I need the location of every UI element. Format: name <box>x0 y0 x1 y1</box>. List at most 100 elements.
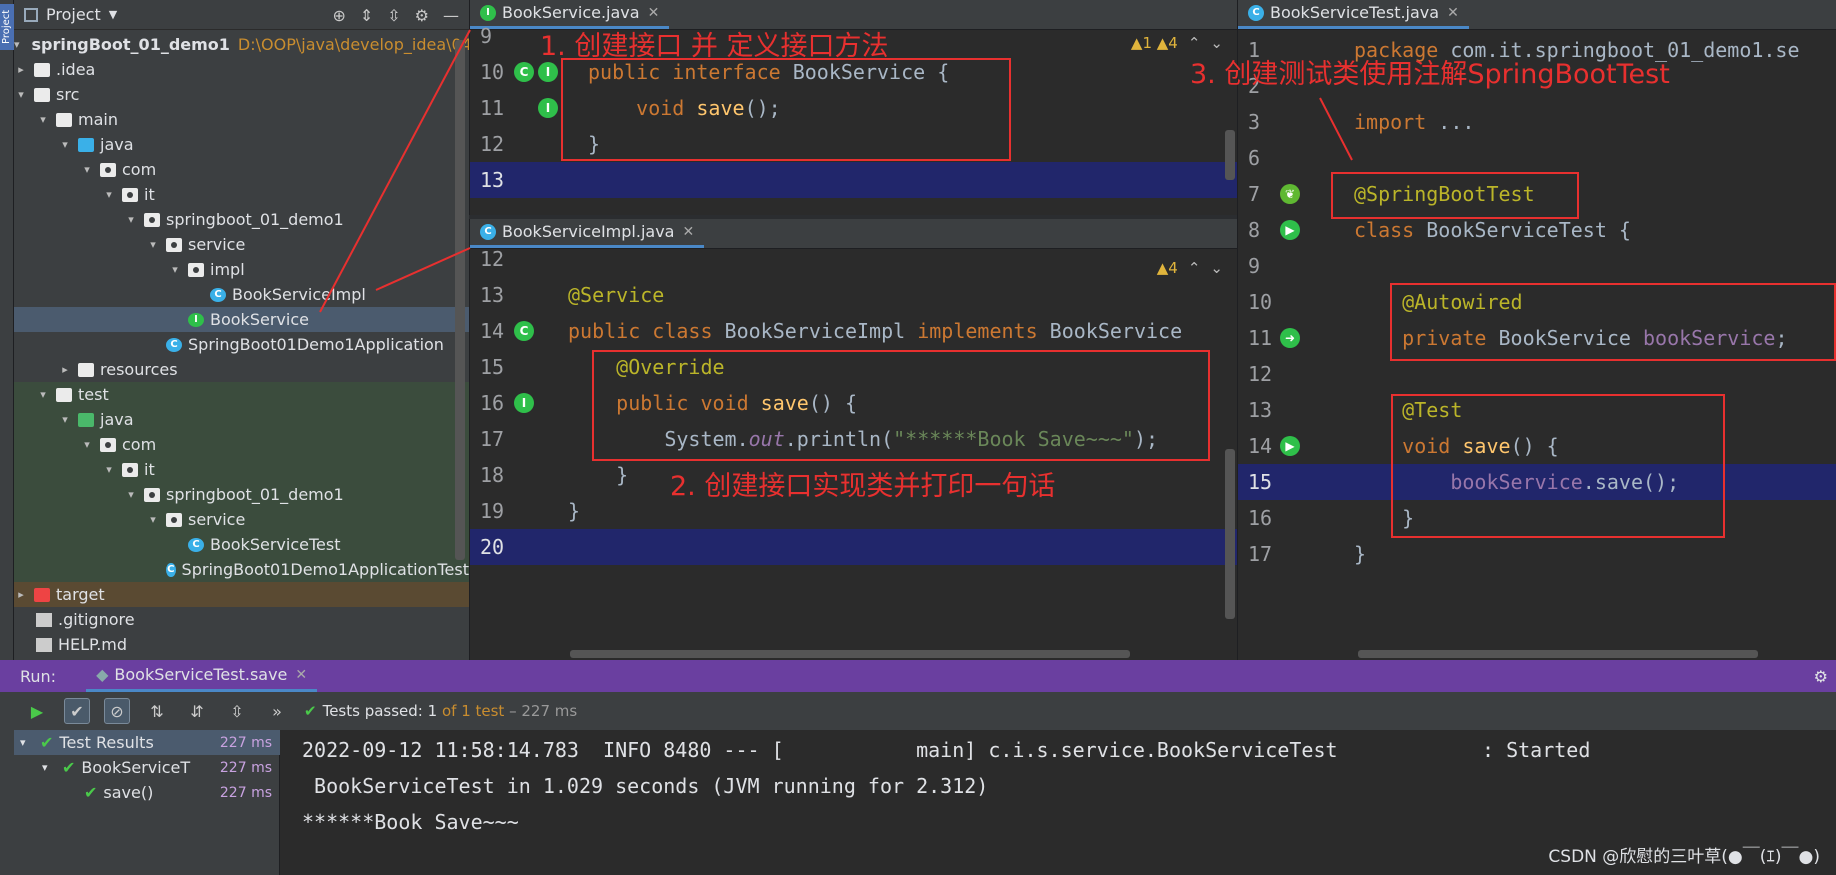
editor-hscrollbar[interactable] <box>570 650 1130 658</box>
code-line[interactable]: 12 <box>470 241 1237 277</box>
tree-item-help[interactable]: HELP.md <box>14 632 469 657</box>
tree-item-label: it <box>144 185 155 204</box>
more-icon[interactable]: » <box>264 698 290 724</box>
tab-label: BookServiceTest.java <box>1270 3 1440 22</box>
collapse-all-icon[interactable]: ⇳ <box>387 6 400 25</box>
code-line[interactable]: 14 C public class BookServiceImpl implem… <box>470 313 1237 349</box>
tree-item-service[interactable]: ▾ service <box>14 232 469 257</box>
tree-item-test-com[interactable]: ▾ com <box>14 432 469 457</box>
code-line[interactable]: 6 <box>1238 140 1836 176</box>
sort-duration-icon[interactable]: ⇵ <box>184 698 210 724</box>
spring-leaf-icon[interactable]: ❦ <box>1280 184 1300 204</box>
code-line[interactable]: 13 @Service <box>470 277 1237 313</box>
project-scrollbar[interactable] <box>455 40 465 560</box>
override-icon[interactable]: I <box>514 393 534 413</box>
close-icon[interactable]: ✕ <box>295 667 307 683</box>
tree-item-bookservicetest[interactable]: C BookServiceTest <box>14 532 469 557</box>
code-line-current[interactable]: 20 <box>470 529 1237 565</box>
tree-item-test-it[interactable]: ▾ it <box>14 457 469 482</box>
run-test-icon[interactable]: ▶ <box>1280 436 1300 456</box>
test-duration: 227 ms <box>219 759 272 776</box>
tree-item-test-springboot-pkg[interactable]: ▾ springboot_01_demo1 <box>14 482 469 507</box>
minimize-icon[interactable]: — <box>443 6 459 25</box>
implemented-method-icon[interactable]: I <box>538 98 558 118</box>
gear-icon[interactable]: ⚙ <box>415 6 429 25</box>
tree-item-application[interactable]: C SpringBoot01Demo1Application <box>14 332 469 357</box>
resources-folder-icon <box>78 362 94 377</box>
tree-item-resources[interactable]: ▸ resources <box>14 357 469 382</box>
source-folder-icon <box>78 137 94 152</box>
console-line: 2022-09-12 11:58:14.783 INFO 8480 --- [ … <box>302 738 1591 762</box>
test-class-node[interactable]: ▾ ✔ BookServiceT 227 ms <box>14 755 280 780</box>
rerun-icon[interactable]: ▶ <box>24 698 50 724</box>
line-number: 10 <box>1248 290 1273 314</box>
tree-item-src[interactable]: ▾ src <box>14 82 469 107</box>
expand-all-icon[interactable]: ⇕ <box>360 6 373 25</box>
interface-icon: I <box>188 312 204 327</box>
line-number: 13 <box>1248 398 1273 422</box>
tree-item-label: main <box>78 110 118 129</box>
test-method-node[interactable]: ✔ save() 227 ms <box>14 780 280 805</box>
project-title[interactable]: Project <box>46 5 101 24</box>
code-line[interactable]: 12 <box>1238 356 1836 392</box>
tree-item-label: src <box>56 85 80 104</box>
structure-strip <box>0 692 14 875</box>
implemented-icon[interactable]: C <box>514 62 534 82</box>
file-icon <box>36 637 52 652</box>
autowired-icon[interactable]: ➜ <box>1280 328 1300 348</box>
line-number: 12 <box>1248 362 1273 386</box>
line-number: 9 <box>480 24 493 48</box>
close-icon[interactable]: ✕ <box>1447 5 1459 21</box>
line-number: 19 <box>480 499 505 523</box>
code-line[interactable]: 17 } <box>1238 536 1836 572</box>
tree-item-it[interactable]: ▾ it <box>14 182 469 207</box>
collapse-icon[interactable]: ⇳ <box>224 698 250 724</box>
test-duration: 227 ms <box>219 784 272 801</box>
tree-item-java[interactable]: ▾ java <box>14 132 469 157</box>
spring-bean-icon[interactable]: C <box>514 321 534 341</box>
tree-item-springboot-pkg[interactable]: ▾ springboot_01_demo1 <box>14 207 469 232</box>
close-icon[interactable]: ✕ <box>682 224 694 240</box>
annotation-box-springboottest <box>1331 172 1579 219</box>
interface-marker-icon[interactable]: I <box>538 62 558 82</box>
editor-hscrollbar[interactable] <box>1358 650 1758 658</box>
tree-item-application-test[interactable]: C SpringBoot01Demo1ApplicationTest <box>14 557 469 582</box>
locate-icon[interactable]: ⊕ <box>332 6 345 25</box>
tree-item-test[interactable]: ▾ test <box>14 382 469 407</box>
tree-item-project-root[interactable]: ▾ springBoot_01_demo1 D:\OOP\java\develop… <box>14 32 469 57</box>
code-line[interactable]: 9 <box>1238 248 1836 284</box>
chevron-down-icon[interactable]: ▼ <box>109 8 117 21</box>
run-tab[interactable]: ◆ BookServiceTest.save ✕ <box>86 660 318 692</box>
tree-item-label: springboot_01_demo1 <box>166 485 344 504</box>
check-icon: ✔ <box>84 783 98 802</box>
tree-item-target[interactable]: ▸ target <box>14 582 469 607</box>
run-test-icon[interactable]: ▶ <box>1280 220 1300 240</box>
show-ignored-icon[interactable]: ⊘ <box>104 698 130 724</box>
editor-scrollbar[interactable] <box>1225 130 1235 180</box>
tab-bookservicetest[interactable]: C BookServiceTest.java ✕ <box>1238 0 1469 29</box>
tree-item-gitignore[interactable]: .gitignore <box>14 607 469 632</box>
line-number: 17 <box>480 427 505 451</box>
project-strip-tab[interactable]: Project <box>0 4 14 50</box>
tree-item-com[interactable]: ▾ com <box>14 157 469 182</box>
tree-item-bookservice[interactable]: I BookService <box>14 307 469 332</box>
line-number: 6 <box>1248 146 1261 170</box>
gear-icon[interactable]: ⚙ <box>1814 667 1828 686</box>
package-icon <box>166 512 182 527</box>
show-passed-icon[interactable]: ✔ <box>64 698 90 724</box>
code-line-current[interactable]: 13 <box>470 162 1237 198</box>
tree-item-test-java[interactable]: ▾ java <box>14 407 469 432</box>
code-line[interactable]: 3 import ... <box>1238 104 1836 140</box>
check-icon: ✔ <box>304 702 317 720</box>
tree-item-idea[interactable]: ▸ .idea <box>14 57 469 82</box>
tree-item-impl[interactable]: ▾ impl <box>14 257 469 282</box>
tree-item-label: HELP.md <box>58 635 128 654</box>
status-count: 1 <box>427 702 438 720</box>
tree-item-test-service[interactable]: ▾ service <box>14 507 469 532</box>
sort-alpha-icon[interactable]: ⇅ <box>144 698 170 724</box>
test-results-root[interactable]: ▾ ✔ Test Results 227 ms <box>14 730 280 755</box>
tree-item-label: service <box>188 235 246 254</box>
tree-item-bookserviceimpl[interactable]: C BookServiceImpl <box>14 282 469 307</box>
tree-item-main[interactable]: ▾ main <box>14 107 469 132</box>
editor-scrollbar[interactable] <box>1225 449 1235 619</box>
